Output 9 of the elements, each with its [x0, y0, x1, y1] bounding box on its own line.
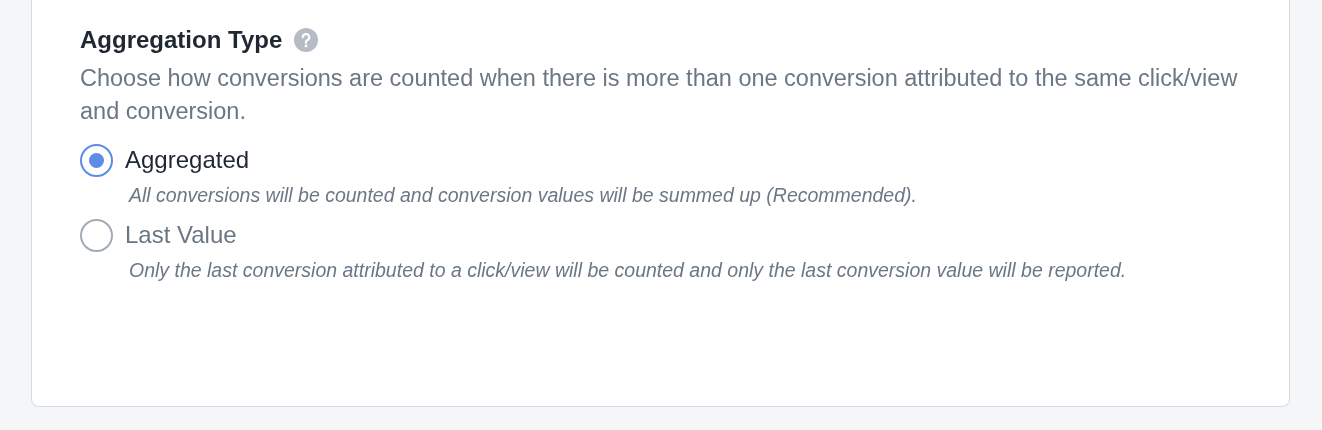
- option-label[interactable]: Aggregated: [125, 146, 250, 174]
- help-icon[interactable]: [294, 28, 319, 52]
- radio-button[interactable]: [80, 143, 113, 177]
- radio-button[interactable]: [80, 218, 113, 252]
- section-title: Aggregation Type: [80, 26, 283, 54]
- option-label[interactable]: Last Value: [125, 221, 237, 249]
- option-hint: All conversions will be counted and conversion values will be summed up (Recommended).: [129, 183, 918, 208]
- section-description: Choose how conversions are counted when there is more than one conversion attributed to the same click/view and conversion.: [80, 64, 1239, 126]
- option-hint: Only the last conversion attributed to a click/view will be counted and only the last conversion value will be reported.: [129, 258, 1128, 283]
